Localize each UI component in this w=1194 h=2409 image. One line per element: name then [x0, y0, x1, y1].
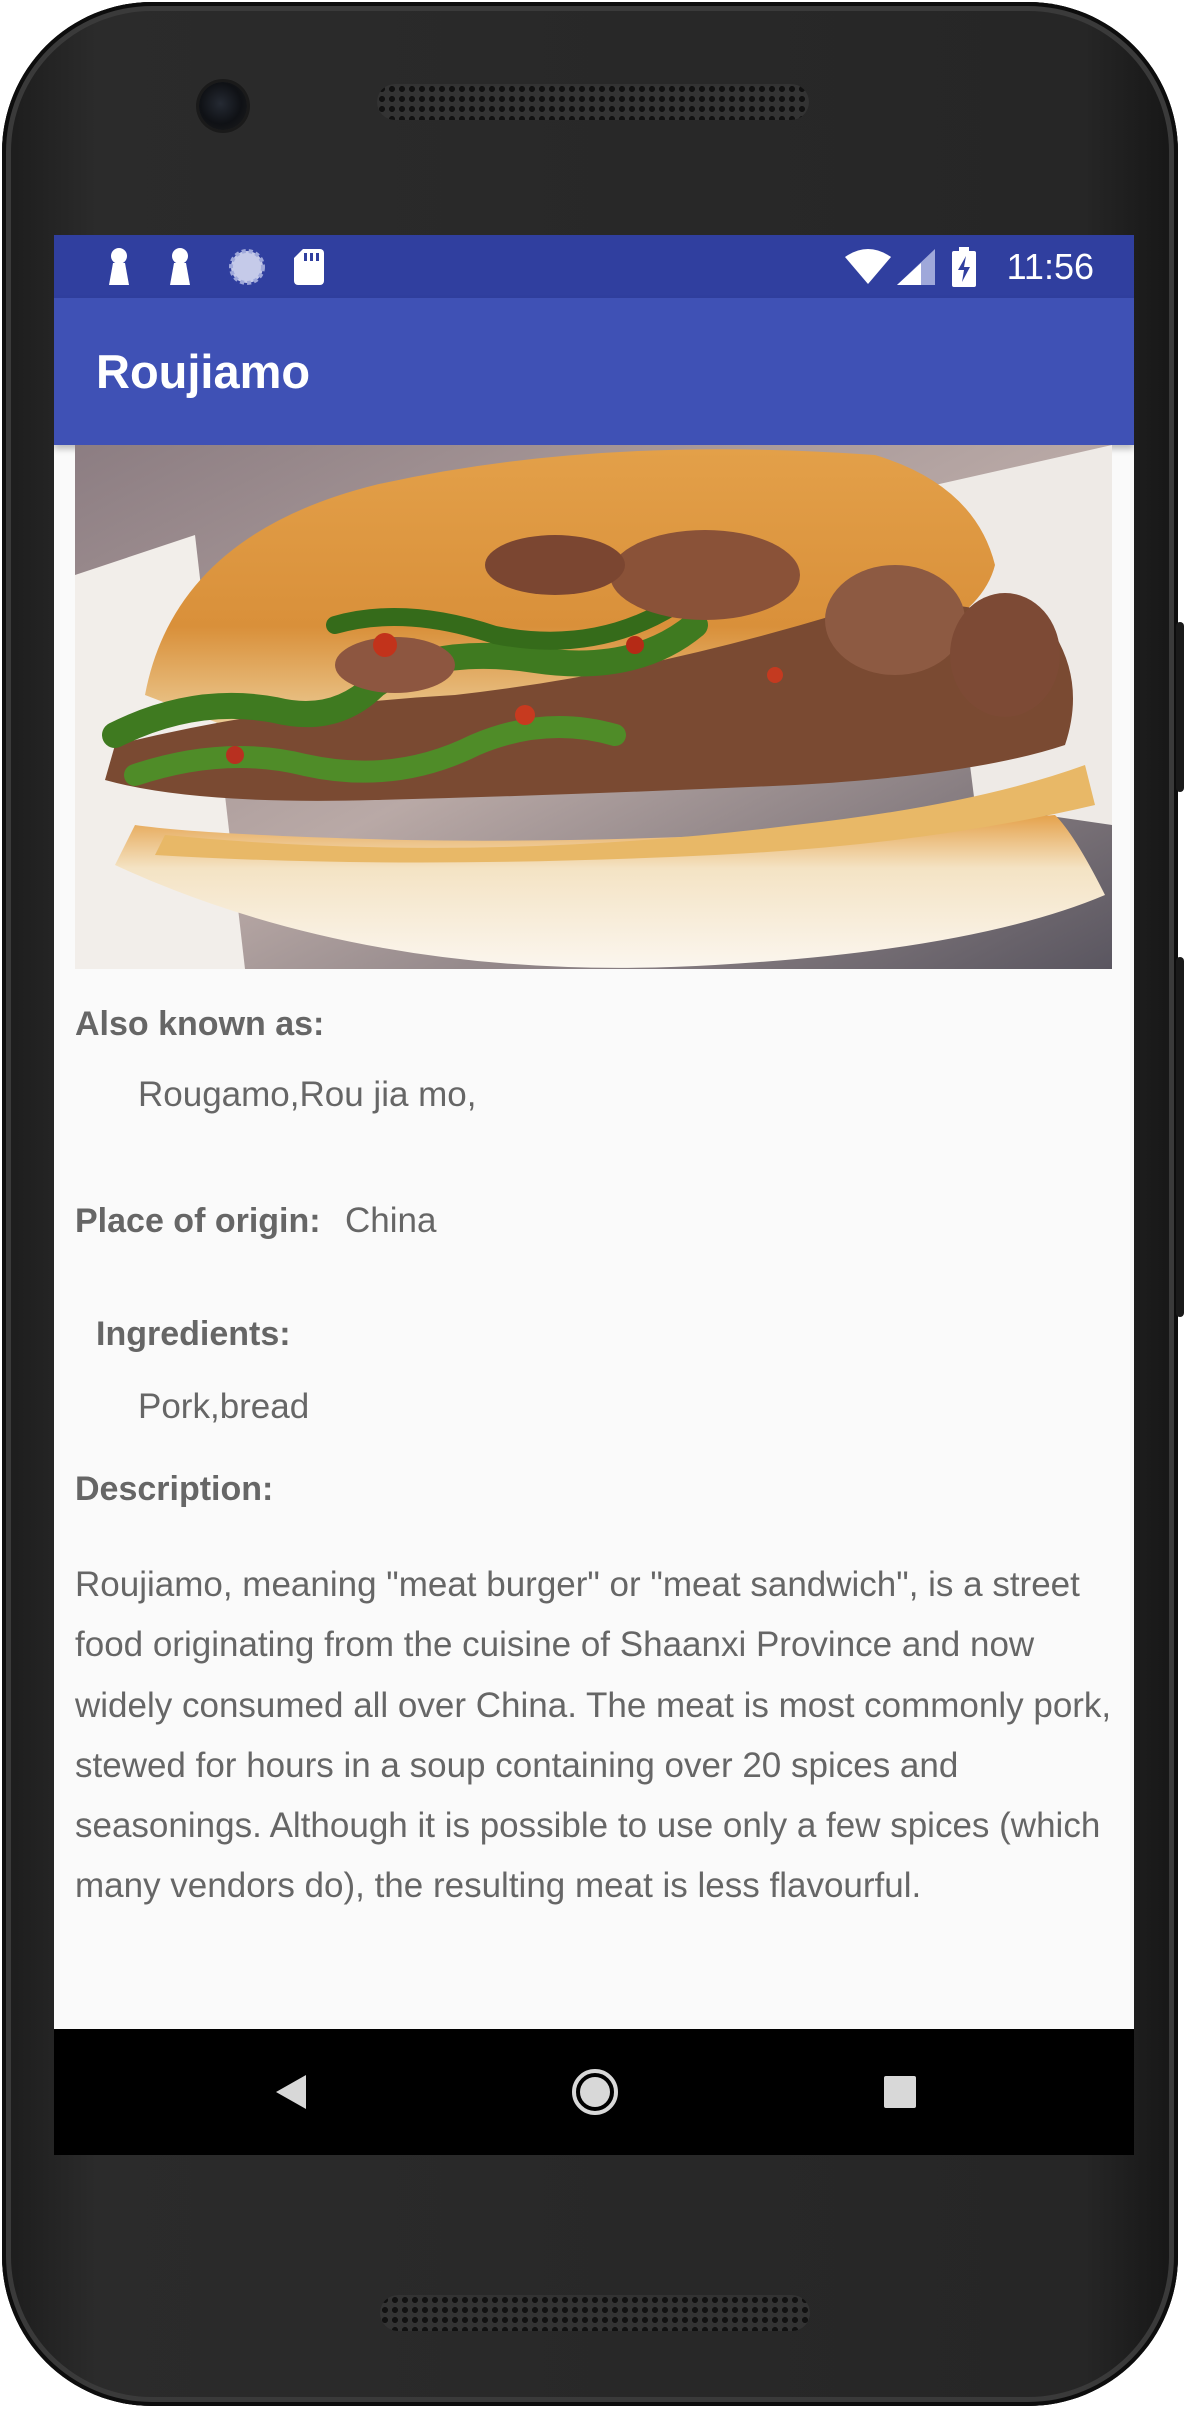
home-icon[interactable] — [565, 2062, 625, 2122]
dish-image — [75, 445, 1112, 969]
page-title: Roujiamo — [96, 345, 311, 398]
status-bar: 11:56 — [54, 235, 1134, 298]
navigation-bar — [54, 2029, 1134, 2155]
recents-icon[interactable] — [870, 2062, 930, 2122]
battery-charging-icon — [950, 247, 978, 287]
front-camera — [199, 82, 247, 130]
power-button — [1176, 957, 1184, 1317]
also-known-as-label: Also known as: — [75, 1005, 325, 1043]
device-screen: 11:56 Roujiamo Also known as: Rougamo,Ro… — [54, 235, 1134, 2155]
dish-details: Also known as: Rougamo,Rou jia mo, Place… — [54, 445, 1134, 2029]
phone-frame: 11:56 Roujiamo Also known as: Rougamo,Ro… — [2, 2, 1184, 2406]
sd-card-icon — [292, 247, 326, 287]
cell-signal-icon — [896, 247, 936, 287]
status-clock: 11:56 — [1006, 246, 1094, 287]
sync-icon — [227, 247, 267, 287]
description-text: Roujiamo, meaning "meat burger" or "meat… — [75, 1565, 1112, 1906]
ingredients-value: Pork,bread — [138, 1387, 310, 1426]
back-icon[interactable] — [261, 2062, 321, 2122]
description-label: Description: — [75, 1470, 274, 1508]
ingredients-label: Ingredients: — [96, 1315, 291, 1353]
also-known-as-value: Rougamo,Rou jia mo, — [138, 1075, 477, 1114]
top-speaker-grille — [377, 84, 809, 120]
notification-icon — [104, 247, 134, 287]
bottom-speaker-grille — [380, 2295, 810, 2331]
notification-icon — [165, 247, 195, 287]
volume-button — [1176, 622, 1184, 792]
origin-label: Place of origin: — [75, 1202, 321, 1240]
app-bar: Roujiamo — [54, 298, 1134, 445]
wifi-icon — [844, 247, 892, 287]
origin-value: China — [345, 1201, 437, 1240]
